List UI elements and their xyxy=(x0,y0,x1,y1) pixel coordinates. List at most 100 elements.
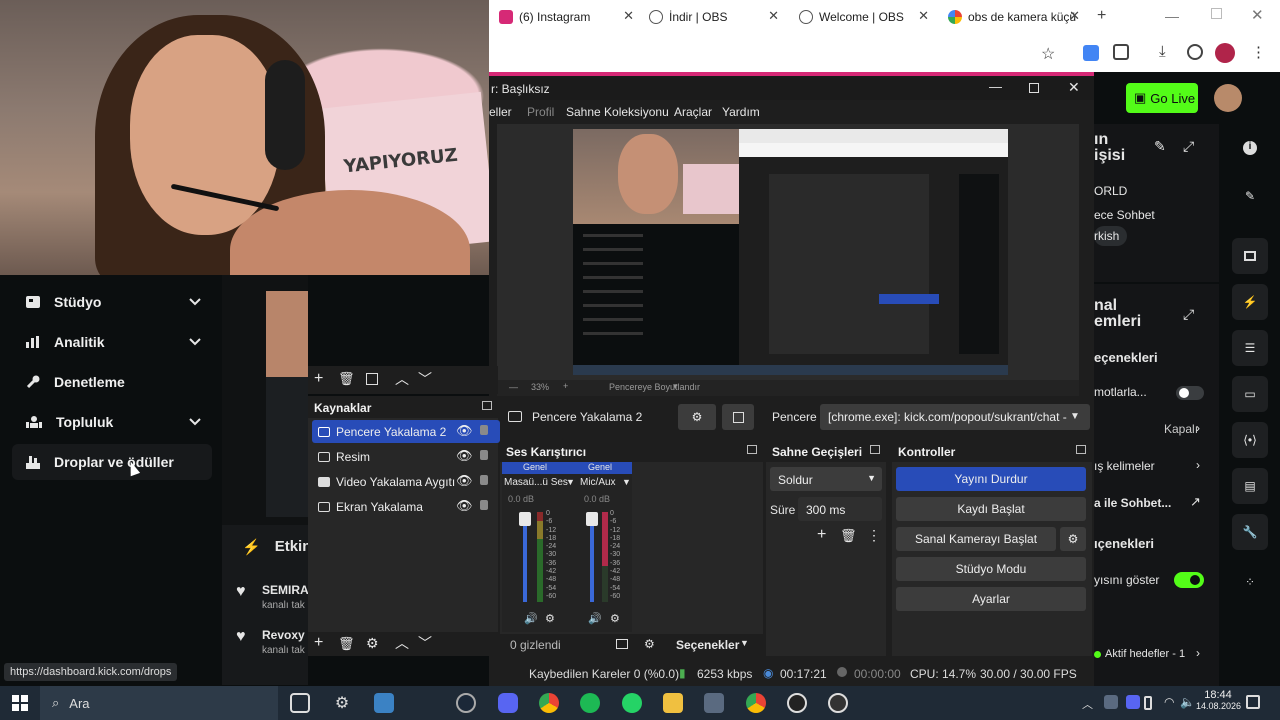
new-tab-button[interactable]: + xyxy=(1097,7,1106,25)
player-icon[interactable] xyxy=(1232,238,1268,274)
gear-icon[interactable]: ⚙ xyxy=(644,637,655,651)
obs-preview-canvas[interactable] xyxy=(573,129,1008,375)
minimize-icon[interactable]: — xyxy=(1165,8,1179,24)
close-icon[interactable]: ✕ xyxy=(768,8,779,24)
spotify-icon[interactable] xyxy=(580,693,600,713)
settings-icon[interactable]: ⚙ xyxy=(332,693,352,713)
go-live-button[interactable]: ▣ Go Live xyxy=(1126,83,1198,113)
download-icon[interactable]: ⤓ xyxy=(1159,43,1166,60)
eye-icon[interactable]: 👁 xyxy=(456,423,473,439)
chrome-icon[interactable] xyxy=(539,693,559,713)
add-icon[interactable]: + xyxy=(314,370,323,388)
tab-google-search[interactable]: obs de kamera küçü ✕ xyxy=(948,6,1080,28)
list-icon[interactable]: ☰ xyxy=(1232,330,1268,366)
active-goals[interactable]: Aktif hedefler - 1 xyxy=(1094,648,1185,660)
app-icon[interactable] xyxy=(374,693,394,713)
tab-obs-download[interactable]: İndir | OBS ✕ xyxy=(649,6,779,28)
settings-icon[interactable]: ⚙ xyxy=(545,612,555,625)
properties-button[interactable]: ⚙ xyxy=(678,404,716,430)
chevron-right-icon[interactable]: › xyxy=(1196,646,1200,660)
eye-icon[interactable]: 👁 xyxy=(456,448,473,464)
chevron-up-icon[interactable]: ︿ xyxy=(395,369,409,389)
tab-instagram[interactable]: (6) Instagram ✕ xyxy=(499,6,634,28)
virtual-cam-settings-button[interactable]: ⚙ xyxy=(1060,527,1086,551)
trash-icon[interactable]: 🗑 xyxy=(338,371,355,387)
layout-icon[interactable]: ▤ xyxy=(1232,468,1268,504)
option-label[interactable]: ış kelimeler xyxy=(1094,459,1155,473)
add-icon[interactable]: + xyxy=(314,634,323,652)
lock-icon[interactable] xyxy=(480,475,488,485)
chevron-down-icon[interactable]: ▾ xyxy=(673,381,678,392)
source-item[interactable]: Resim 👁 xyxy=(312,445,500,468)
source-item[interactable]: Ekran Yakalama 👁 xyxy=(312,495,500,518)
chevron-down-icon[interactable]: ﹀ xyxy=(418,633,432,653)
avatar[interactable] xyxy=(1214,84,1242,112)
lock-icon[interactable] xyxy=(480,425,488,435)
windows-start-icon[interactable] xyxy=(12,695,28,711)
trash-icon[interactable]: 🗑 xyxy=(338,636,355,652)
channel-tab[interactable]: Genel xyxy=(502,462,568,474)
bolt-icon[interactable]: ⚡ xyxy=(1232,284,1268,320)
pencil-icon[interactable]: ✎ xyxy=(1232,178,1268,214)
speaker-icon[interactable]: 🔊 xyxy=(588,612,602,625)
undock-icon[interactable] xyxy=(870,445,880,454)
option-value[interactable]: Kapalı xyxy=(1164,422,1198,436)
transition-select[interactable]: Soldur ▼ xyxy=(770,467,882,491)
folder-icon[interactable] xyxy=(663,693,683,713)
chevron-down-icon[interactable]: ▼ xyxy=(566,477,575,487)
task-view-icon[interactable] xyxy=(290,693,310,713)
filters-button[interactable] xyxy=(722,404,754,430)
settings-button[interactable]: Ayarlar xyxy=(896,587,1086,611)
chevron-down-icon[interactable]: ﹀ xyxy=(418,369,432,389)
menu-item-panels[interactable]: eller xyxy=(489,105,512,119)
whatsapp-icon[interactable] xyxy=(622,693,642,713)
wifi-icon[interactable]: ◠ xyxy=(1164,695,1174,709)
chevron-right-icon[interactable]: › xyxy=(1196,458,1200,472)
star-icon[interactable]: ☆ xyxy=(1041,44,1055,64)
source-item[interactable]: Video Yakalama Aygıtı 👁 xyxy=(312,470,500,493)
clock[interactable]: 18:44 14.08.2026 xyxy=(1196,689,1241,711)
steam-icon[interactable] xyxy=(456,693,476,713)
broadcast-icon[interactable]: ⟨•⟩ xyxy=(1232,422,1268,458)
taskbar-search[interactable]: ⌕ Ara xyxy=(40,686,278,720)
expand-icon[interactable]: ⤢ xyxy=(1183,306,1194,323)
speaker-icon[interactable]: 🔈 xyxy=(1180,695,1195,709)
chevron-down-icon[interactable]: ▼ xyxy=(1070,411,1080,422)
obs-icon[interactable] xyxy=(787,693,807,713)
chevron-down-icon[interactable] xyxy=(188,414,202,428)
chevron-down-icon[interactable]: ▼ xyxy=(622,477,631,487)
start-virtual-cam-button[interactable]: Sanal Kamerayı Başlat xyxy=(896,527,1056,551)
close-icon[interactable]: ✕ xyxy=(1068,79,1080,96)
close-icon[interactable]: ✕ xyxy=(1069,8,1080,24)
eye-icon[interactable]: 👁 xyxy=(456,473,473,489)
chevron-up-icon[interactable]: ︿ xyxy=(1082,696,1093,712)
discord-icon[interactable] xyxy=(498,693,518,713)
translate-icon[interactable] xyxy=(1083,45,1099,61)
window-select[interactable]: [chrome.exe]: kick.com/popout/sukrant/ch… xyxy=(820,404,1090,430)
chevron-right-icon[interactable]: › xyxy=(1196,421,1200,435)
close-icon[interactable]: ✕ xyxy=(918,8,929,24)
toggle-switch[interactable] xyxy=(1174,572,1204,588)
fader-handle[interactable] xyxy=(586,512,598,526)
chevron-down-icon[interactable] xyxy=(188,334,202,348)
chat-icon[interactable]: ▭ xyxy=(1232,376,1268,412)
chrome-icon[interactable] xyxy=(746,693,766,713)
maximize-icon[interactable] xyxy=(1029,83,1039,93)
undock-icon[interactable] xyxy=(747,445,757,454)
extensions-icon[interactable] xyxy=(1113,44,1129,60)
external-link-icon[interactable]: ↗ xyxy=(1190,494,1201,510)
undock-icon[interactable] xyxy=(482,401,492,410)
stop-stream-button[interactable]: Yayını Durdur xyxy=(896,467,1086,491)
lock-icon[interactable] xyxy=(480,500,488,510)
avatar[interactable] xyxy=(1215,43,1235,63)
kebab-menu-icon[interactable]: ⋮ xyxy=(867,527,881,544)
trash-icon[interactable]: 🗑 xyxy=(840,528,857,544)
duration-input[interactable]: 300 ms xyxy=(798,497,882,521)
studio-mode-button[interactable]: Stüdyo Modu xyxy=(896,557,1086,581)
sidebar-item-moderation[interactable]: Denetleme xyxy=(12,364,212,400)
channel-tab[interactable]: Genel xyxy=(568,462,632,474)
camera-icon[interactable] xyxy=(704,693,724,713)
chevron-down-icon[interactable] xyxy=(188,294,202,308)
menu-item-tools[interactable]: Araçlar xyxy=(674,105,712,119)
menu-item-help[interactable]: Yardım xyxy=(722,105,760,119)
